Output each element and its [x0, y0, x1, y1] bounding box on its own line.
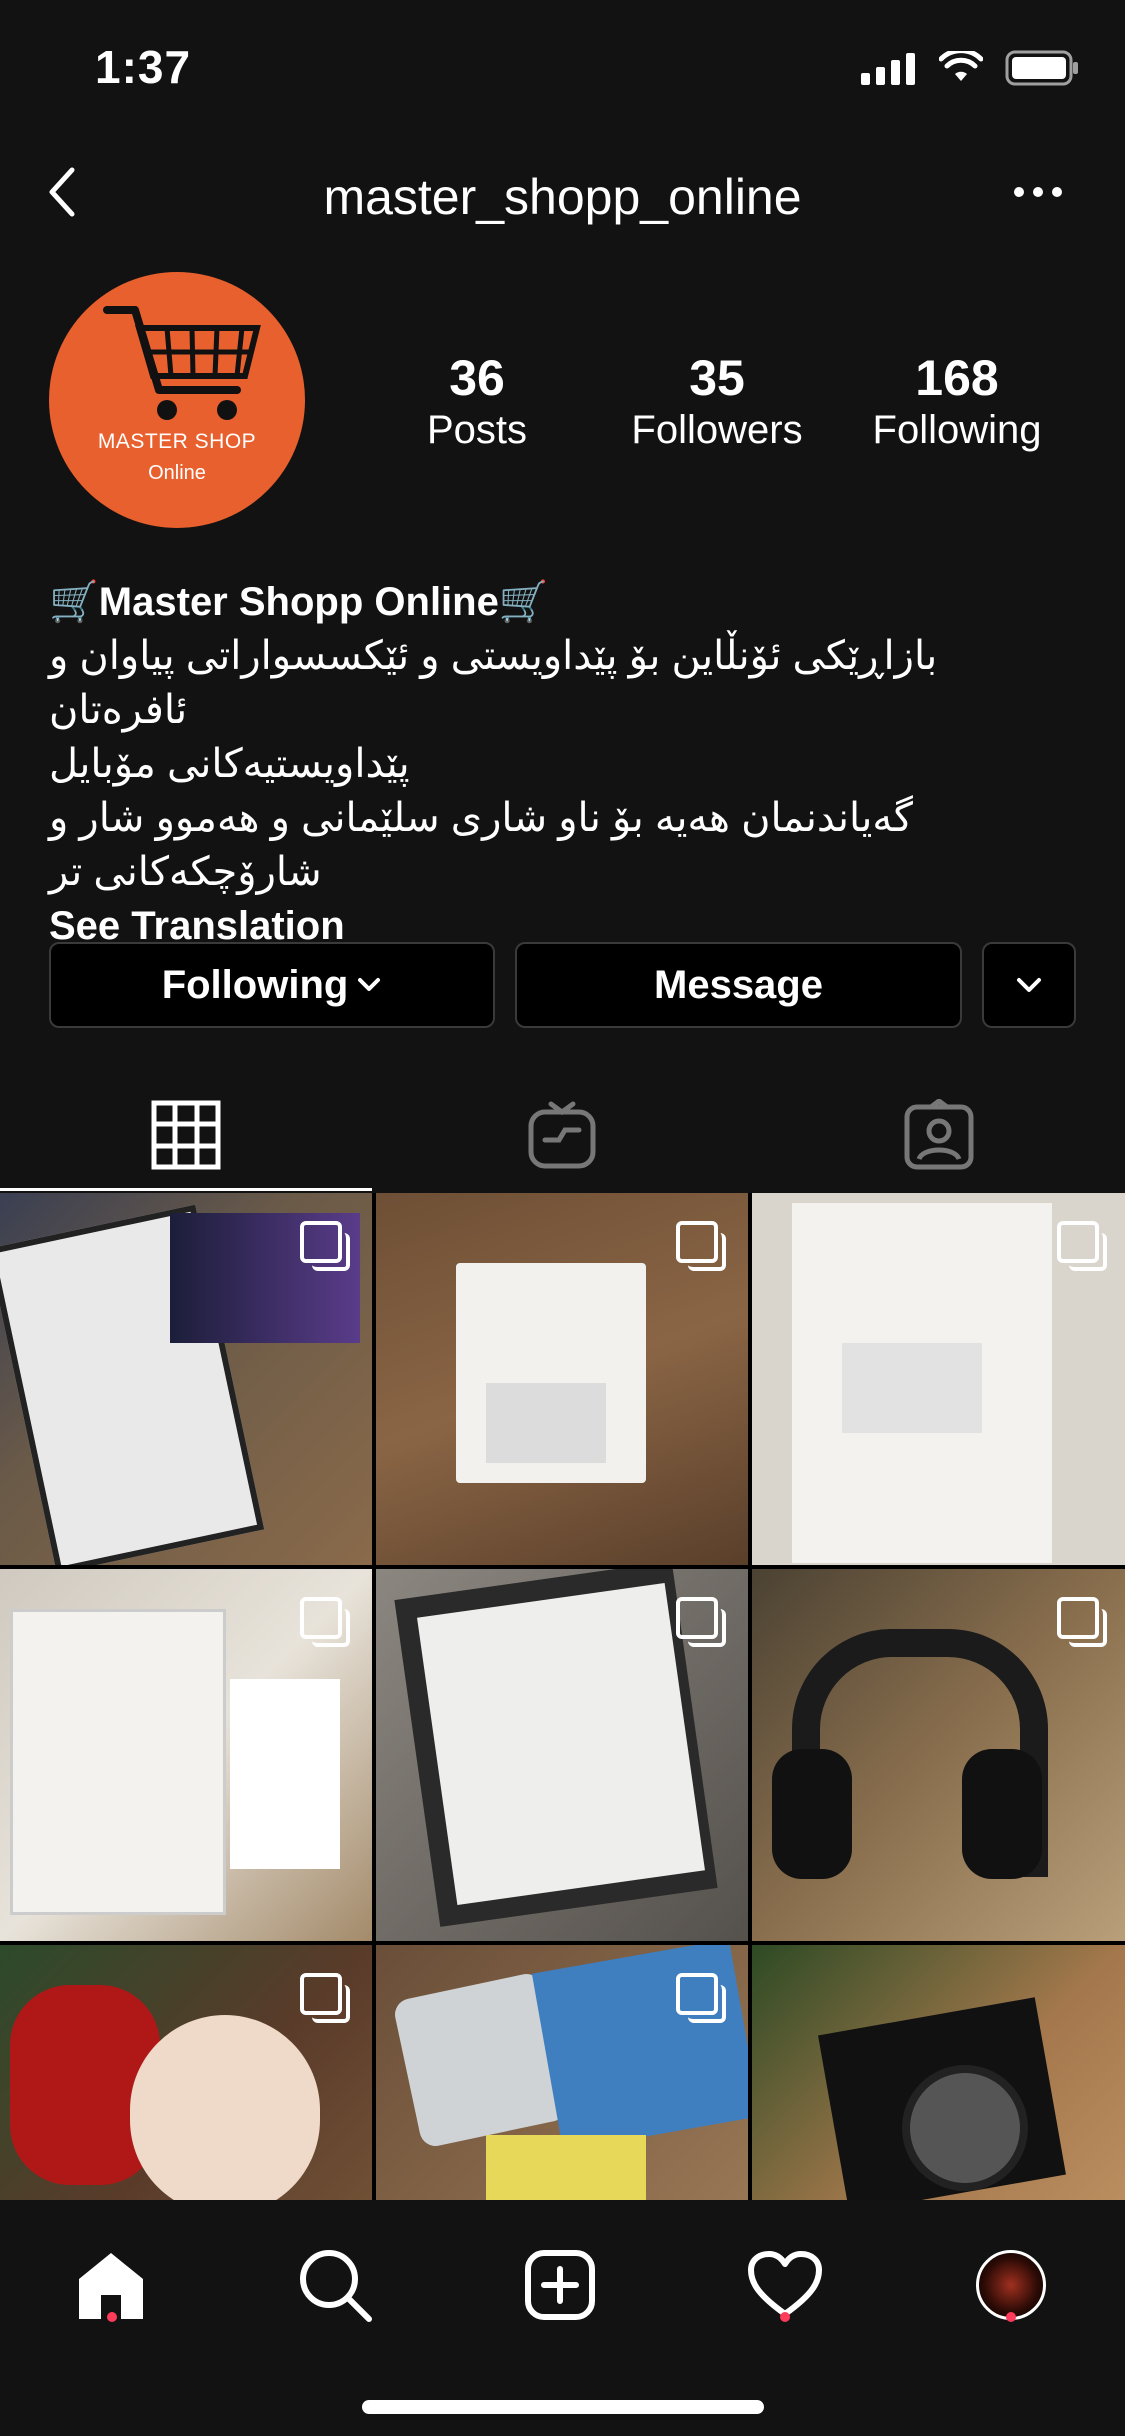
shopping-cart-icon [103, 306, 261, 420]
status-time: 1:37 [95, 41, 192, 93]
home-notification-dot [107, 2312, 117, 2322]
followers-label: Followers [631, 408, 803, 452]
status-icons [861, 50, 1079, 86]
avatar-sub-text: Online [148, 462, 206, 484]
post-thumbnail[interactable] [376, 1193, 748, 1565]
message-button-label: Message [654, 962, 823, 1007]
tagged-icon [904, 1099, 973, 1170]
profile-avatar-icon [976, 2250, 1046, 2320]
avatar-brand-text: MASTER SHOP [97, 430, 257, 453]
multiple-photos-icon [1057, 1597, 1107, 1647]
active-tab-indicator [0, 1188, 372, 1191]
profile-notification-dot [1006, 2312, 1016, 2322]
following-stat[interactable]: 168 Following [847, 350, 1067, 454]
post-thumbnail[interactable] [0, 1569, 372, 1941]
chevron-down-icon [358, 978, 381, 991]
battery-icon [1005, 50, 1078, 86]
multiple-photos-icon [300, 1597, 350, 1647]
tab-igtv[interactable] [376, 1080, 748, 1190]
post-thumbnail[interactable] [752, 1193, 1125, 1565]
multiple-photos-icon [300, 1221, 350, 1271]
grid-icon [151, 1100, 221, 1170]
search-icon [300, 2250, 372, 2322]
wifi-icon [939, 51, 983, 81]
chevron-down-icon [1017, 978, 1041, 992]
heart-icon [748, 2251, 822, 2317]
bio-name: 🛒Master Shopp Online🛒 [49, 580, 549, 624]
message-button[interactable]: Message [515, 942, 962, 1028]
followers-stat[interactable]: 35 Followers [607, 350, 827, 454]
posts-label: Posts [426, 408, 528, 452]
profile-bio: 🛒Master Shopp Online🛒 بازاڕێکی ئۆنڵاین ب… [49, 575, 1079, 953]
multiple-photos-icon [676, 1973, 726, 2023]
home-indicator [362, 2400, 764, 2414]
following-button[interactable]: Following [49, 942, 495, 1028]
tab-tagged[interactable] [752, 1080, 1125, 1190]
multiple-photos-icon [676, 1221, 726, 1271]
bio-line: بازاڕێکی ئۆنڵاین بۆ پێداویستی و ئێکسسوار… [49, 634, 938, 732]
bio-line: شارۆچکەکانی تر [49, 850, 322, 894]
posts-stat[interactable]: 36 Posts [367, 350, 587, 454]
bio-line: پێداویستیەکانی مۆبایل [49, 742, 410, 786]
post-thumbnail[interactable] [0, 1193, 372, 1565]
following-label: Following [872, 408, 1042, 452]
multiple-photos-icon [1057, 1221, 1107, 1271]
post-thumbnail[interactable] [752, 1569, 1125, 1941]
nav-new-post[interactable] [515, 2240, 605, 2330]
nav-search[interactable] [290, 2240, 380, 2330]
more-options-icon[interactable] [1013, 185, 1063, 199]
profile-username: master_shopp_online [323, 169, 802, 225]
profile-avatar[interactable]: MASTER SHOP Online [49, 272, 305, 528]
add-post-icon [525, 2250, 595, 2320]
activity-notification-dot [780, 2312, 790, 2322]
post-thumbnail[interactable] [376, 1569, 748, 1941]
post-grid [0, 1193, 1125, 2317]
igtv-icon [528, 1101, 596, 1169]
home-icon [79, 2253, 143, 2319]
tab-grid[interactable] [0, 1080, 372, 1190]
following-count: 168 [915, 350, 999, 406]
suggested-accounts-button[interactable] [982, 942, 1076, 1028]
multiple-photos-icon [300, 1973, 350, 2023]
bio-line: گەیاندنمان هەیە بۆ ناو شاری سلێمانی و هە… [49, 796, 913, 840]
multiple-photos-icon [676, 1597, 726, 1647]
signal-icon [861, 53, 915, 85]
followers-count: 35 [689, 350, 745, 406]
following-button-label: Following [161, 962, 349, 1007]
posts-count: 36 [449, 350, 505, 406]
